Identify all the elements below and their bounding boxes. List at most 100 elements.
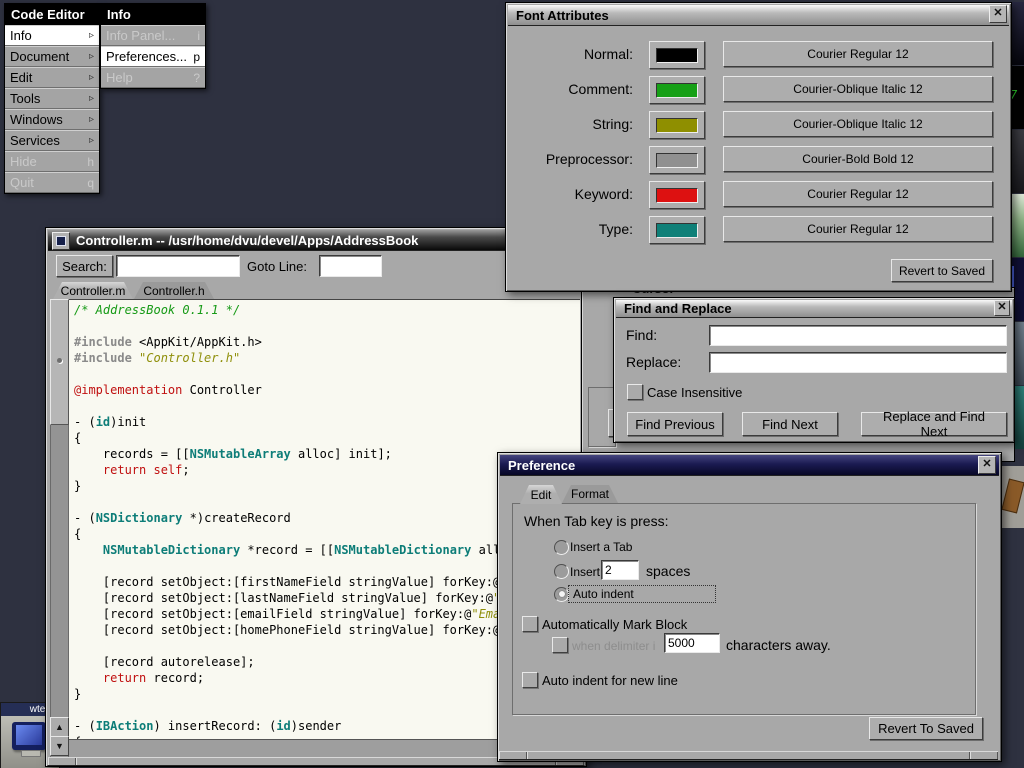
monitor-base xyxy=(21,750,41,757)
keyword-color-swatch xyxy=(656,188,698,203)
key-equivalent: ? xyxy=(193,71,200,85)
comment-label: Comment: xyxy=(506,76,633,102)
tab-edit[interactable]: Edit xyxy=(520,485,562,504)
main-menu-title[interactable]: Code Editor xyxy=(5,4,99,25)
radio-insert-tab[interactable] xyxy=(554,540,569,555)
submenu-arrow-icon: ▹ xyxy=(89,114,94,125)
radio-insert-spaces-label: Insert xyxy=(570,565,600,579)
search-button[interactable]: Search: xyxy=(56,255,113,277)
preprocessor-color-button[interactable] xyxy=(649,146,705,174)
replace-input[interactable] xyxy=(709,352,1007,373)
menu-item-tools[interactable]: Tools ▹ xyxy=(5,88,99,109)
revert-to-saved-button[interactable]: Revert to Saved xyxy=(891,259,993,282)
normal-label: Normal: xyxy=(506,41,633,67)
code-line: @implementation Controller xyxy=(74,383,580,399)
tab-key-question: When Tab key is press: xyxy=(524,513,668,529)
info-submenu: Info Info Panel... i Preferences... p He… xyxy=(100,3,206,89)
scroll-down-button[interactable]: ▼ xyxy=(50,736,69,756)
comment-font-button[interactable]: Courier-Oblique Italic 12 xyxy=(723,76,993,102)
dock-app-tile[interactable] xyxy=(1001,466,1024,528)
submenu-arrow-icon: ▹ xyxy=(89,135,94,146)
miniaturize-glyph xyxy=(56,236,66,246)
menu-item-info-panel[interactable]: Info Panel... i xyxy=(101,25,205,46)
menu-item-windows[interactable]: Windows ▹ xyxy=(5,109,99,130)
submenu-arrow-icon: ▹ xyxy=(89,72,94,83)
font-attributes-panel: Font Attributes ✕ Normal: Courier Regula… xyxy=(505,2,1012,292)
close-icon[interactable]: ✕ xyxy=(989,5,1007,23)
string-color-swatch xyxy=(656,118,698,133)
string-color-button[interactable] xyxy=(649,111,705,139)
code-line xyxy=(74,319,580,335)
desktop: 7 wterm Controller.m -- /usr/home/dvu/de… xyxy=(0,0,1024,768)
preprocessor-color-swatch xyxy=(656,153,698,168)
code-line: #include <AppKit/AppKit.h> xyxy=(74,335,580,351)
goto-line-input[interactable] xyxy=(319,255,382,277)
mark-block-label: Automatically Mark Block xyxy=(542,617,687,632)
editor-titlebar[interactable]: Controller.m -- /usr/home/dvu/devel/Apps… xyxy=(48,230,584,251)
radio-auto-indent[interactable] xyxy=(554,587,569,602)
menu-item-help[interactable]: Help ? xyxy=(101,67,205,88)
find-replace-titlebar[interactable]: Find and Replace xyxy=(616,300,1012,318)
case-insensitive-checkbox[interactable] xyxy=(627,384,643,400)
scrollbar-knob[interactable] xyxy=(50,299,69,425)
key-equivalent: h xyxy=(87,155,94,169)
radio-auto-indent-label: Auto indent xyxy=(573,587,634,601)
code-line: { xyxy=(74,431,580,447)
delimiter-distance-input[interactable] xyxy=(664,633,720,653)
keyword-font-button[interactable]: Courier Regular 12 xyxy=(723,181,993,207)
find-next-button[interactable]: Find Next xyxy=(742,412,838,436)
info-submenu-title[interactable]: Info xyxy=(101,4,205,25)
type-color-button[interactable] xyxy=(649,216,705,244)
menu-item-services[interactable]: Services ▹ xyxy=(5,130,99,151)
miniaturize-button[interactable] xyxy=(52,232,70,250)
key-equivalent: i xyxy=(197,29,200,43)
search-input[interactable] xyxy=(116,255,240,277)
spaces-count-input[interactable] xyxy=(601,560,639,580)
preprocessor-font-button[interactable]: Courier-Bold Bold 12 xyxy=(723,146,993,172)
monitor-icon xyxy=(12,722,46,750)
type-font-button[interactable]: Courier Regular 12 xyxy=(723,216,993,242)
string-font-button[interactable]: Courier-Oblique Italic 12 xyxy=(723,111,993,137)
delimiter-checkbox[interactable] xyxy=(552,637,568,653)
knob-dimple xyxy=(57,358,62,363)
mark-block-checkbox[interactable] xyxy=(522,616,538,632)
close-icon[interactable]: ✕ xyxy=(978,456,996,474)
font-attributes-titlebar[interactable]: Font Attributes xyxy=(508,5,1009,26)
tab-controller-h[interactable]: Controller.h xyxy=(134,282,214,299)
comment-color-swatch xyxy=(656,83,698,98)
preference-resize-bar[interactable] xyxy=(499,751,998,760)
find-previous-button[interactable]: Find Previous xyxy=(627,412,723,436)
keyword-color-button[interactable] xyxy=(649,181,705,209)
scroll-up-button[interactable]: ▲ xyxy=(50,717,69,737)
spaces-suffix-label: spaces xyxy=(646,563,690,579)
replace-label: Replace: xyxy=(626,354,681,370)
main-menu: Code Editor Info ▹ Document ▹ Edit ▹ Too… xyxy=(4,3,100,194)
replace-and-find-next-button[interactable]: Replace and Find Next xyxy=(861,412,1007,436)
vertical-scrollbar[interactable]: ▲ ▼ xyxy=(50,299,69,757)
menu-item-document[interactable]: Document ▹ xyxy=(5,46,99,67)
auto-indent-newline-label: Auto indent for new line xyxy=(542,673,678,688)
radio-insert-spaces[interactable] xyxy=(554,564,569,579)
code-line: #include "Controller.h" xyxy=(74,351,580,367)
tab-controller-m[interactable]: Controller.m xyxy=(53,282,133,299)
menu-item-info[interactable]: Info ▹ xyxy=(5,25,99,46)
menu-item-edit[interactable]: Edit ▹ xyxy=(5,67,99,88)
find-input[interactable] xyxy=(709,325,1007,346)
preference-titlebar[interactable]: Preference xyxy=(500,455,999,476)
menu-item-quit[interactable]: Quit q xyxy=(5,172,99,193)
submenu-arrow-icon: ▹ xyxy=(89,93,94,104)
revert-to-saved-button[interactable]: Revert To Saved xyxy=(869,717,983,740)
menu-item-hide[interactable]: Hide h xyxy=(5,151,99,172)
normal-color-button[interactable] xyxy=(649,41,705,69)
auto-indent-newline-checkbox[interactable] xyxy=(522,672,538,688)
normal-font-button[interactable]: Courier Regular 12 xyxy=(723,41,993,67)
menu-item-preferences[interactable]: Preferences... p xyxy=(101,46,205,67)
close-icon[interactable]: ✕ xyxy=(994,300,1010,316)
key-equivalent: q xyxy=(87,176,94,190)
tab-format[interactable]: Format xyxy=(562,485,618,503)
code-line: /* AddressBook 0.1.1 */ xyxy=(74,303,580,319)
string-label: String: xyxy=(506,111,633,137)
radio-insert-tab-label: Insert a Tab xyxy=(570,540,632,554)
tile-icon xyxy=(1001,479,1024,514)
comment-color-button[interactable] xyxy=(649,76,705,104)
